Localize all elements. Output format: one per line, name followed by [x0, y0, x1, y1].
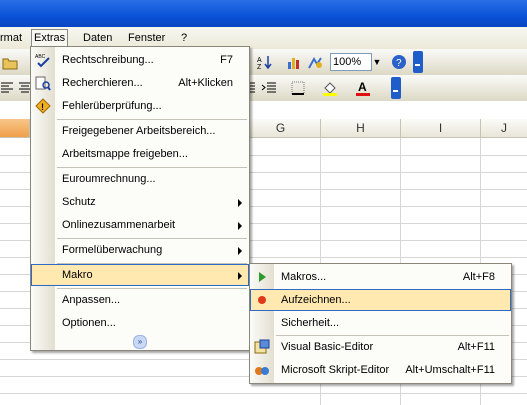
menu-item-label: Schutz: [62, 196, 96, 208]
menu-item-label: Anpassen...: [62, 294, 121, 306]
window-title-bar: [0, 0, 527, 27]
menu-fenster[interactable]: Fenster: [128, 30, 165, 46]
help-icon[interactable]: ?: [391, 54, 407, 70]
menu-item-label: Sicherheit...: [281, 317, 340, 329]
menu-item-label: Visual Basic-Editor: [281, 341, 374, 353]
menu-item-label: Euroumrechnung...: [62, 173, 156, 185]
svg-text:A: A: [257, 57, 262, 64]
expand-menu-icon[interactable]: »: [133, 335, 147, 349]
menu-item-label: Arbeitsmappe freigeben...: [62, 148, 188, 160]
menu-item-label: Aufzeichnen...: [281, 294, 351, 306]
column-header-j[interactable]: J: [481, 119, 527, 138]
spellcheck-icon: ABC: [35, 54, 50, 68]
menu-item-label: Microsoft Skript-Editor: [281, 364, 390, 376]
submenu-arrow-icon: [238, 199, 242, 207]
menu-item-microsoft-skript-editor[interactable]: Microsoft Skript-Editor Alt+Umschalt+F11: [250, 359, 511, 381]
record-icon: [258, 296, 266, 304]
column-header-active[interactable]: [0, 119, 30, 138]
drawing-icon[interactable]: [307, 54, 323, 70]
zoom-box[interactable]: 100%: [330, 53, 372, 71]
svg-text:!: !: [41, 102, 44, 112]
svg-text:ABC: ABC: [35, 54, 46, 60]
fill-color-icon[interactable]: [322, 80, 338, 96]
submenu-arrow-icon: [238, 272, 242, 280]
formatting-options-icon[interactable]: [391, 77, 401, 99]
menu-item-makro[interactable]: Makro: [31, 264, 249, 286]
chart-wizard-icon[interactable]: [286, 54, 302, 70]
menu-item-label: Freigegebener Arbeitsbereich...: [62, 125, 216, 137]
menu-item-label: Formelüberwachung: [62, 244, 163, 256]
sort-icon[interactable]: AZ: [256, 54, 272, 70]
menu-item-shortcut: Alt+F8: [462, 271, 495, 283]
open-icon[interactable]: [2, 54, 18, 70]
increase-indent-icon[interactable]: [261, 80, 277, 96]
research-icon: [35, 76, 51, 91]
column-header-i[interactable]: I: [401, 119, 481, 138]
menu-item-shortcut: Alt+F11: [457, 341, 495, 353]
grid-line: [0, 393, 527, 394]
zoom-dropdown-icon[interactable]: ▼: [371, 53, 383, 71]
menu-item-shortcut: F7: [220, 54, 233, 66]
borders-icon[interactable]: [290, 80, 306, 96]
column-header-g[interactable]: G: [241, 119, 321, 138]
menu-item-optionen[interactable]: Optionen...: [31, 312, 249, 334]
makro-submenu: Makros... Alt+F8 Aufzeichnen... Sicherhe…: [249, 263, 512, 384]
menu-item-freigegebener-arbeitsbereich[interactable]: Freigegebener Arbeitsbereich...: [31, 120, 249, 142]
menu-help[interactable]: ?: [181, 30, 187, 46]
menu-item-sicherheit[interactable]: Sicherheit...: [250, 312, 511, 334]
menu-item-label: Onlinezusammenarbeit: [62, 219, 176, 231]
svg-text:?: ?: [396, 58, 402, 69]
menu-item-euroumrechnung[interactable]: Euroumrechnung...: [31, 168, 249, 190]
menu-item-recherchieren[interactable]: Recherchieren... Alt+Klicken: [31, 72, 249, 94]
menu-daten[interactable]: Daten: [83, 30, 112, 46]
font-color-icon[interactable]: A: [355, 80, 371, 96]
error-check-icon: !: [35, 98, 51, 114]
align-left-icon[interactable]: [0, 80, 16, 96]
menu-item-label: Makros...: [281, 271, 327, 283]
svg-text:Z: Z: [257, 64, 262, 70]
menu-item-arbeitsmappe-freigeben[interactable]: Arbeitsmappe freigeben...: [31, 143, 249, 165]
menu-item-rechtschreibung[interactable]: ABC Rechtschreibung... F7: [31, 49, 249, 71]
menu-item-label: Optionen...: [62, 317, 116, 329]
menu-item-label: Rechtschreibung...: [62, 54, 154, 66]
extras-menu: ABC Rechtschreibung... F7 Recherchieren.…: [30, 46, 250, 351]
column-header-h[interactable]: H: [321, 119, 401, 138]
menu-item-schutz[interactable]: Schutz: [31, 191, 249, 213]
menu-item-label: Fehlerüberprüfung...: [62, 100, 162, 112]
menu-item-label: Recherchieren...: [62, 77, 143, 89]
menu-item-aufzeichnen[interactable]: Aufzeichnen...: [250, 289, 511, 311]
vb-editor-icon: [254, 339, 270, 354]
menu-item-anpassen[interactable]: Anpassen...: [31, 289, 249, 311]
script-editor-icon: [255, 367, 269, 375]
menu-item-makros[interactable]: Makros... Alt+F8: [250, 266, 511, 288]
menu-item-formelueberwachung[interactable]: Formelüberwachung: [31, 239, 249, 261]
menu-format[interactable]: rmat: [0, 30, 22, 46]
menu-item-label: Makro: [62, 269, 93, 281]
menu-item-shortcut: Alt+Klicken: [178, 77, 233, 89]
submenu-arrow-icon: [238, 247, 242, 255]
menu-item-visual-basic-editor[interactable]: Visual Basic-Editor Alt+F11: [250, 336, 511, 358]
menu-item-onlinezusammenarbeit[interactable]: Onlinezusammenarbeit: [31, 214, 249, 236]
menu-item-shortcut: Alt+Umschalt+F11: [405, 364, 495, 376]
play-macro-icon: [259, 272, 266, 282]
svg-text:A: A: [358, 80, 367, 94]
menu-item-fehlerueberpruefung[interactable]: ! Fehlerüberprüfung...: [31, 95, 249, 117]
submenu-arrow-icon: [238, 222, 242, 230]
toolbar-options-icon[interactable]: [413, 51, 423, 73]
